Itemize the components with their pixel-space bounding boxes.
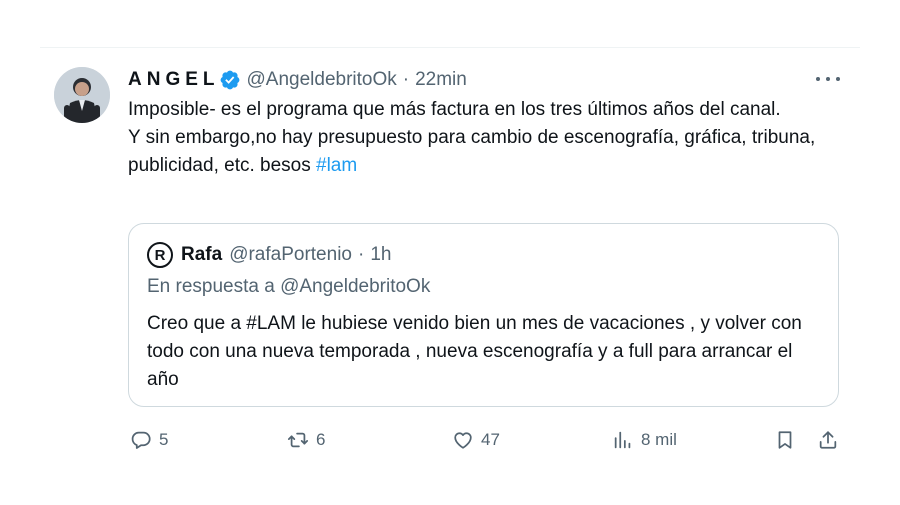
share-button[interactable] xyxy=(817,423,839,457)
repost-button[interactable]: 6 xyxy=(287,423,325,457)
tweet-header: ANGEL @AngeldebritoOk · 22min xyxy=(128,68,467,92)
views-chart-icon xyxy=(612,429,634,451)
quote-author-name[interactable]: Rafa xyxy=(181,244,222,266)
more-options-icon[interactable] xyxy=(816,70,840,88)
quote-text: Creo que a #LAM le hubiese venido bien u… xyxy=(147,313,802,390)
quote-header: R Rafa @rafaPortenio · 1h xyxy=(147,241,391,269)
reply-count: 5 xyxy=(159,430,169,449)
header-separator: · xyxy=(402,69,410,90)
like-count: 47 xyxy=(481,430,500,449)
bookmark-button[interactable] xyxy=(774,423,796,457)
verified-badge-icon xyxy=(219,69,241,91)
heart-icon xyxy=(452,429,474,451)
quote-timestamp[interactable]: 1h xyxy=(370,244,391,266)
reply-button[interactable]: 5 xyxy=(130,423,168,457)
tweet-text-line1: Imposible- es el programa que más factur… xyxy=(128,99,781,120)
avatar-image xyxy=(54,67,110,123)
tweet-body: Imposible- es el programa que más factur… xyxy=(128,96,838,180)
quote-separator: · xyxy=(357,244,365,265)
like-button[interactable]: 47 xyxy=(452,423,500,457)
tweet-timestamp[interactable]: 22min xyxy=(415,69,467,91)
author-name[interactable]: ANGEL xyxy=(128,69,220,91)
views-button[interactable]: 8 mil xyxy=(612,423,677,457)
author-avatar[interactable] xyxy=(54,67,110,123)
author-handle[interactable]: @AngeldebritoOk xyxy=(247,69,397,91)
quote-avatar[interactable]: R xyxy=(147,242,173,268)
quote-author-handle[interactable]: @rafaPortenio xyxy=(229,244,352,266)
repost-count: 6 xyxy=(316,430,326,449)
views-count: 8 mil xyxy=(641,430,677,449)
quote-avatar-letter: R xyxy=(154,246,166,264)
hashtag-link[interactable]: #lam xyxy=(316,155,357,176)
divider xyxy=(40,47,860,48)
repost-icon xyxy=(287,429,309,451)
quoted-tweet[interactable]: R Rafa @rafaPortenio · 1h En respuesta a… xyxy=(128,223,839,407)
tweet-text-line2: Y sin embargo,no hay presupuesto para ca… xyxy=(128,124,838,180)
action-bar: 5 6 47 8 mil xyxy=(0,423,900,457)
reply-bubble-icon xyxy=(130,429,152,451)
bookmark-icon xyxy=(774,429,796,451)
quote-reply-context: En respuesta a @AngeldebritoOk xyxy=(147,276,431,297)
share-icon xyxy=(817,429,839,451)
tweet-page: ANGEL @AngeldebritoOk · 22min Imposible-… xyxy=(0,0,900,505)
tweet-text-line2-text: Y sin embargo,no hay presupuesto para ca… xyxy=(128,127,816,176)
